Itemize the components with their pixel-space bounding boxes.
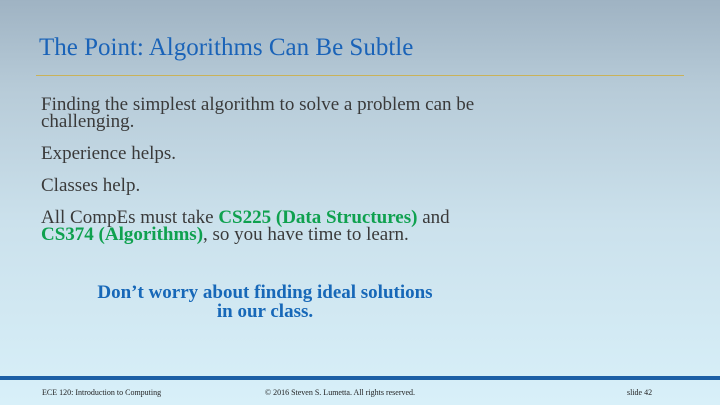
paragraph-simplest-algorithm: Finding the simplest algorithm to solve … [41, 94, 475, 132]
footer-copyright: © 2016 Steven S. Lumetta. All rights res… [265, 388, 416, 397]
footer-course: ECE 120: Introduction to Computing [42, 388, 162, 397]
footer-bar [0, 376, 720, 380]
requirements-suffix: , so you have time to learn. [203, 224, 409, 245]
course-cs374: CS374 (Algorithms) [41, 224, 204, 245]
title-divider [36, 75, 684, 76]
slide-body: Finding the simplest algorithm to solve … [41, 94, 481, 258]
callout-text: Don’t worry about finding ideal solution… [97, 282, 433, 322]
paragraph-requirements: All CompEs must take CS225 (Data Structu… [41, 207, 481, 245]
paragraph-classes: Classes help. [41, 175, 141, 196]
paragraph-experience: Experience helps. [41, 143, 177, 164]
footer-slide-number: slide 42 [627, 388, 653, 397]
requirements-mid: and [417, 207, 450, 228]
slide-title: The Point: Algorithms Can Be Subtle [39, 34, 414, 61]
